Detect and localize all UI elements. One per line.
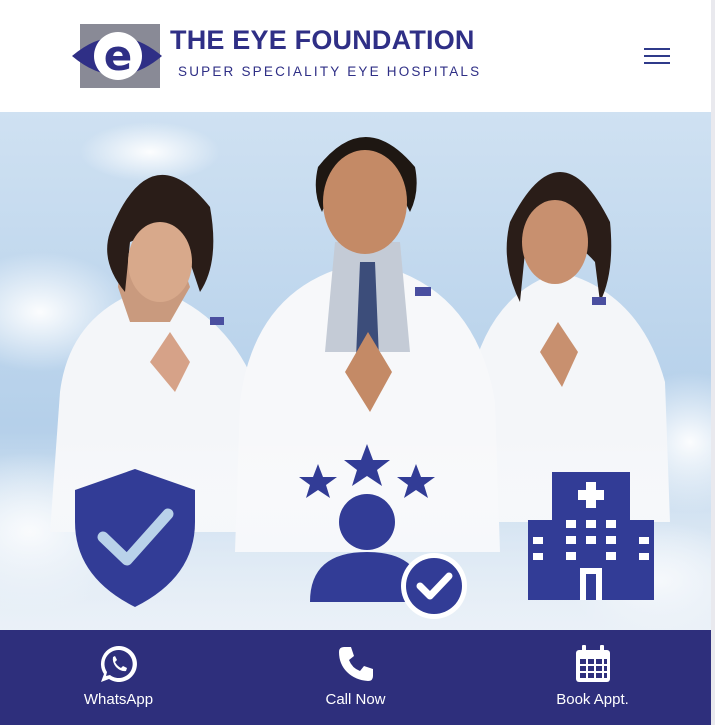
- doctors-photo: [0, 112, 711, 630]
- book-appointment-button[interactable]: Book Appt.: [474, 630, 711, 725]
- brand-title: THE EYE FOUNDATION: [170, 25, 475, 55]
- whatsapp-icon: [100, 645, 137, 682]
- phone-icon: [338, 647, 373, 681]
- logo-letter: e: [104, 31, 133, 80]
- site-header: e THE EYE FOUNDATION SUPER SPECIALITY EY…: [0, 0, 711, 112]
- eye-logo-icon: e: [72, 24, 162, 88]
- call-now-label: Call Now: [325, 691, 386, 708]
- hamburger-icon[interactable]: [644, 45, 672, 67]
- hero-banner: [0, 112, 711, 630]
- whatsapp-button[interactable]: WhatsApp: [0, 630, 237, 725]
- call-now-button[interactable]: Call Now: [237, 630, 474, 725]
- brand-logo[interactable]: e THE EYE FOUNDATION SUPER SPECIALITY EY…: [72, 22, 502, 88]
- page-scrollbar[interactable]: [711, 0, 715, 725]
- whatsapp-label: WhatsApp: [83, 691, 154, 708]
- book-appointment-label: Book Appt.: [556, 691, 629, 708]
- calendar-icon: [575, 645, 610, 682]
- brand-subtitle: SUPER SPECIALITY EYE HOSPITALS: [178, 64, 482, 79]
- sticky-action-bar: WhatsApp Call Now Book Appt.: [0, 630, 711, 725]
